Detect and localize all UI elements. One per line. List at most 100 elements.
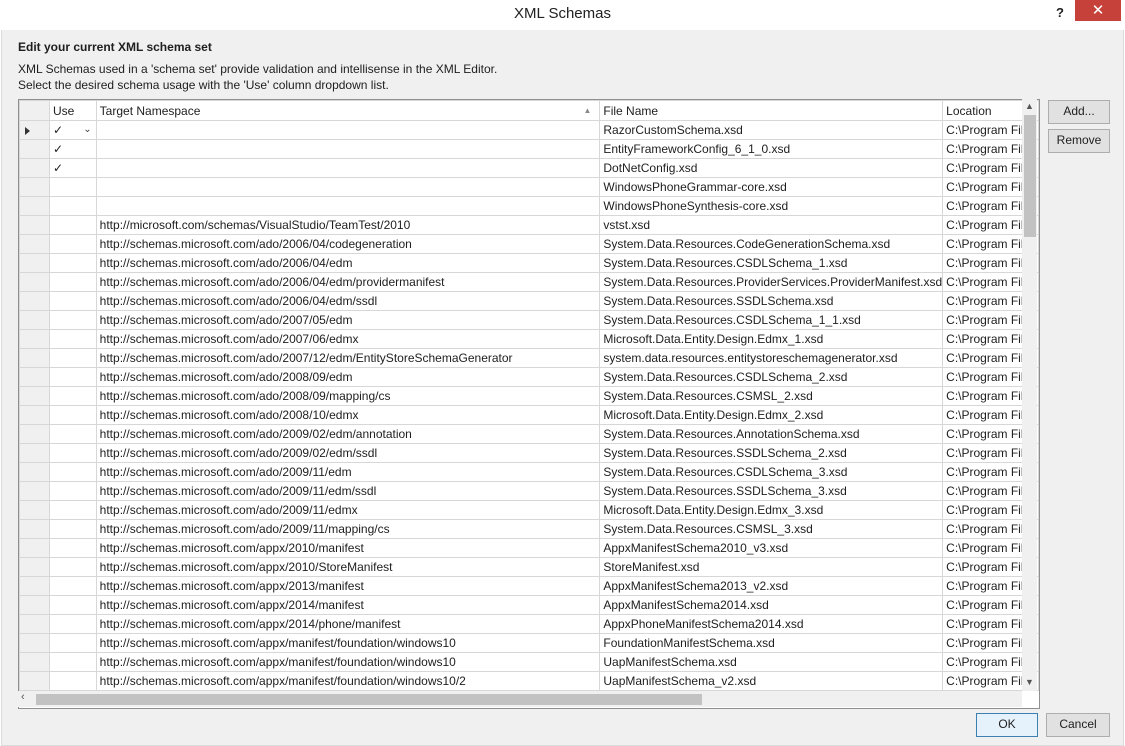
file-name-cell[interactable]: System.Data.Resources.ProviderServices.P…	[599, 272, 944, 292]
table-row[interactable]: http://schemas.microsoft.com/ado/2008/09…	[19, 386, 1039, 406]
scroll-up-icon[interactable]: ▲	[1022, 101, 1037, 111]
row-header[interactable]	[19, 272, 50, 292]
namespace-cell[interactable]: http://microsoft.com/schemas/VisualStudi…	[95, 215, 601, 235]
row-header[interactable]	[19, 614, 50, 634]
vertical-scroll-thumb[interactable]	[1024, 115, 1036, 237]
use-cell[interactable]	[48, 234, 97, 254]
row-header[interactable]	[19, 424, 50, 444]
row-header[interactable]	[19, 234, 50, 254]
table-row[interactable]: http://schemas.microsoft.com/ado/2009/02…	[19, 424, 1039, 444]
table-row[interactable]: http://schemas.microsoft.com/appx/2014/p…	[19, 614, 1039, 634]
namespace-cell[interactable]: http://schemas.microsoft.com/ado/2009/11…	[95, 519, 601, 539]
file-name-cell[interactable]: WindowsPhoneSynthesis-core.xsd	[599, 196, 944, 216]
table-row[interactable]: http://schemas.microsoft.com/appx/2013/m…	[19, 576, 1039, 596]
table-row[interactable]: ✓ ⌄ RazorCustomSchema.xsd C:\Program Files	[19, 120, 1039, 140]
file-name-cell[interactable]: Microsoft.Data.Entity.Design.Edmx_2.xsd	[599, 405, 944, 425]
close-button[interactable]: ✕	[1075, 0, 1121, 21]
namespace-cell[interactable]: http://schemas.microsoft.com/appx/manife…	[95, 633, 601, 653]
namespace-cell[interactable]	[95, 196, 601, 216]
file-name-cell[interactable]: System.Data.Resources.CSDLSchema_1_1.xsd	[599, 310, 944, 330]
column-header-use[interactable]: Use	[48, 100, 97, 121]
namespace-cell[interactable]: http://schemas.microsoft.com/ado/2008/09…	[95, 386, 601, 406]
use-cell[interactable]	[48, 481, 97, 501]
namespace-cell[interactable]: http://schemas.microsoft.com/appx/2010/m…	[95, 538, 601, 558]
file-name-cell[interactable]: Microsoft.Data.Entity.Design.Edmx_1.xsd	[599, 329, 944, 349]
row-header[interactable]	[19, 405, 50, 425]
help-button[interactable]: ?	[1050, 2, 1070, 24]
table-row[interactable]: http://schemas.microsoft.com/ado/2008/10…	[19, 405, 1039, 425]
table-row[interactable]: http://schemas.microsoft.com/ado/2006/04…	[19, 291, 1039, 311]
use-cell[interactable]	[48, 196, 97, 216]
table-row[interactable]: ✓ EntityFrameworkConfig_6_1_0.xsd C:\Progr…	[19, 139, 1039, 159]
use-cell[interactable]	[48, 576, 97, 596]
row-header[interactable]	[19, 177, 50, 197]
file-name-cell[interactable]: AppxManifestSchema2013_v2.xsd	[599, 576, 944, 596]
vertical-scrollbar[interactable]: ▲ ▼	[1022, 99, 1037, 691]
column-header-file-name[interactable]: File Name	[599, 100, 944, 121]
file-name-cell[interactable]: Microsoft.Data.Entity.Design.Edmx_3.xsd	[599, 500, 944, 520]
file-name-cell[interactable]: System.Data.Resources.CSMSL_3.xsd	[599, 519, 944, 539]
file-name-cell[interactable]: System.Data.Resources.SSDLSchema_2.xsd	[599, 443, 944, 463]
file-name-cell[interactable]: System.Data.Resources.SSDLSchema_3.xsd	[599, 481, 944, 501]
horizontal-scroll-thumb[interactable]	[36, 694, 702, 705]
file-name-cell[interactable]: System.Data.Resources.CSDLSchema_2.xsd	[599, 367, 944, 387]
file-name-cell[interactable]: RazorCustomSchema.xsd	[599, 120, 944, 140]
row-header[interactable]	[19, 519, 50, 539]
table-row[interactable]: ✓ DotNetConfig.xsd C:\Program Files	[19, 158, 1039, 178]
use-cell[interactable]	[48, 424, 97, 444]
use-cell[interactable]	[48, 595, 97, 615]
table-row[interactable]: http://schemas.microsoft.com/ado/2009/11…	[19, 500, 1039, 520]
row-header[interactable]	[19, 576, 50, 596]
use-cell[interactable]	[48, 443, 97, 463]
table-row[interactable]: http://schemas.microsoft.com/appx/2014/m…	[19, 595, 1039, 615]
use-cell[interactable]	[48, 291, 97, 311]
namespace-cell[interactable]: http://schemas.microsoft.com/ado/2006/04…	[95, 291, 601, 311]
table-row[interactable]: http://schemas.microsoft.com/ado/2008/09…	[19, 367, 1039, 387]
add-button[interactable]: Add...	[1048, 100, 1110, 124]
row-header[interactable]	[19, 158, 50, 178]
file-name-cell[interactable]: vstst.xsd	[599, 215, 944, 235]
remove-button[interactable]: Remove	[1048, 129, 1110, 153]
row-header[interactable]	[19, 310, 50, 330]
row-header[interactable]	[19, 215, 50, 235]
file-name-cell[interactable]: system.data.resources.entitystoreschemag…	[599, 348, 944, 368]
use-cell[interactable]	[48, 519, 97, 539]
use-cell[interactable]	[48, 652, 97, 672]
use-dropdown-icon[interactable]: ⌄	[83, 122, 91, 139]
namespace-cell[interactable]: http://schemas.microsoft.com/appx/manife…	[95, 652, 601, 672]
use-cell[interactable]	[48, 177, 97, 197]
row-header[interactable]	[19, 595, 50, 615]
schema-grid[interactable]: Use Target Namespace ▲ File Name Location…	[18, 99, 1040, 709]
table-row[interactable]: http://schemas.microsoft.com/ado/2007/05…	[19, 310, 1039, 330]
use-cell[interactable]	[48, 253, 97, 273]
table-row[interactable]: http://schemas.microsoft.com/ado/2009/11…	[19, 481, 1039, 501]
namespace-cell[interactable]: http://schemas.microsoft.com/ado/2009/02…	[95, 443, 601, 463]
namespace-cell[interactable]	[95, 120, 601, 140]
table-row[interactable]: WindowsPhoneGrammar-core.xsd C:\Program F…	[19, 177, 1039, 197]
table-row[interactable]: http://schemas.microsoft.com/ado/2007/12…	[19, 348, 1039, 368]
namespace-cell[interactable]: http://schemas.microsoft.com/appx/2013/m…	[95, 576, 601, 596]
namespace-cell[interactable]: http://schemas.microsoft.com/ado/2006/04…	[95, 272, 601, 292]
file-name-cell[interactable]: System.Data.Resources.CodeGenerationSche…	[599, 234, 944, 254]
namespace-cell[interactable]	[95, 177, 601, 197]
file-name-cell[interactable]: WindowsPhoneGrammar-core.xsd	[599, 177, 944, 197]
ok-button[interactable]: OK	[976, 713, 1038, 737]
use-cell[interactable]: ✓	[48, 139, 97, 159]
namespace-cell[interactable]	[95, 158, 601, 178]
use-cell[interactable]	[48, 500, 97, 520]
namespace-cell[interactable]: http://schemas.microsoft.com/appx/manife…	[95, 671, 601, 691]
file-name-cell[interactable]: EntityFrameworkConfig_6_1_0.xsd	[599, 139, 944, 159]
namespace-cell[interactable]	[95, 139, 601, 159]
namespace-cell[interactable]: http://schemas.microsoft.com/ado/2006/04…	[95, 234, 601, 254]
file-name-cell[interactable]: UapManifestSchema_v2.xsd	[599, 671, 944, 691]
table-row[interactable]: http://schemas.microsoft.com/ado/2006/04…	[19, 253, 1039, 273]
table-row[interactable]: WindowsPhoneSynthesis-core.xsd C:\Program…	[19, 196, 1039, 216]
file-name-cell[interactable]: StoreManifest.xsd	[599, 557, 944, 577]
row-header[interactable]	[19, 633, 50, 653]
row-header[interactable]	[19, 538, 50, 558]
namespace-cell[interactable]: http://schemas.microsoft.com/ado/2008/09…	[95, 367, 601, 387]
row-header[interactable]	[19, 196, 50, 216]
table-row[interactable]: http://schemas.microsoft.com/ado/2006/04…	[19, 272, 1039, 292]
table-row[interactable]: http://schemas.microsoft.com/appx/manife…	[19, 633, 1039, 653]
table-row[interactable]: http://schemas.microsoft.com/ado/2009/02…	[19, 443, 1039, 463]
